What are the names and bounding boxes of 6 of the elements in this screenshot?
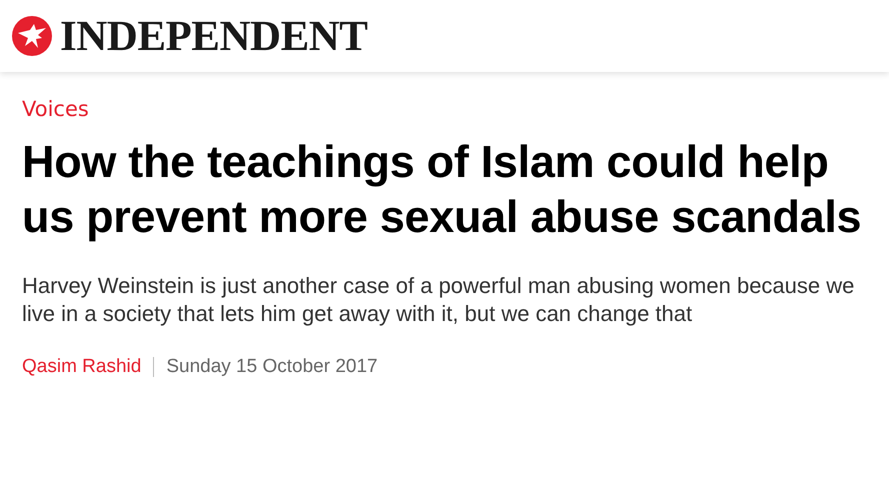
logo-text[interactable]: INDEPENDENT xyxy=(60,12,368,60)
publish-date: Sunday 15 October 2017 xyxy=(166,356,378,378)
section-link[interactable]: Voices xyxy=(22,97,89,121)
author-link[interactable]: Qasim Rashid xyxy=(22,356,142,378)
standfirst: Harvey Weinstein is just another case of a powerful man abusing women because we live in a society that lets him get away with it, but we can change that xyxy=(22,272,856,328)
headline: How the teachings of Islam could help us prevent more sexual abuse scandals xyxy=(22,135,862,244)
